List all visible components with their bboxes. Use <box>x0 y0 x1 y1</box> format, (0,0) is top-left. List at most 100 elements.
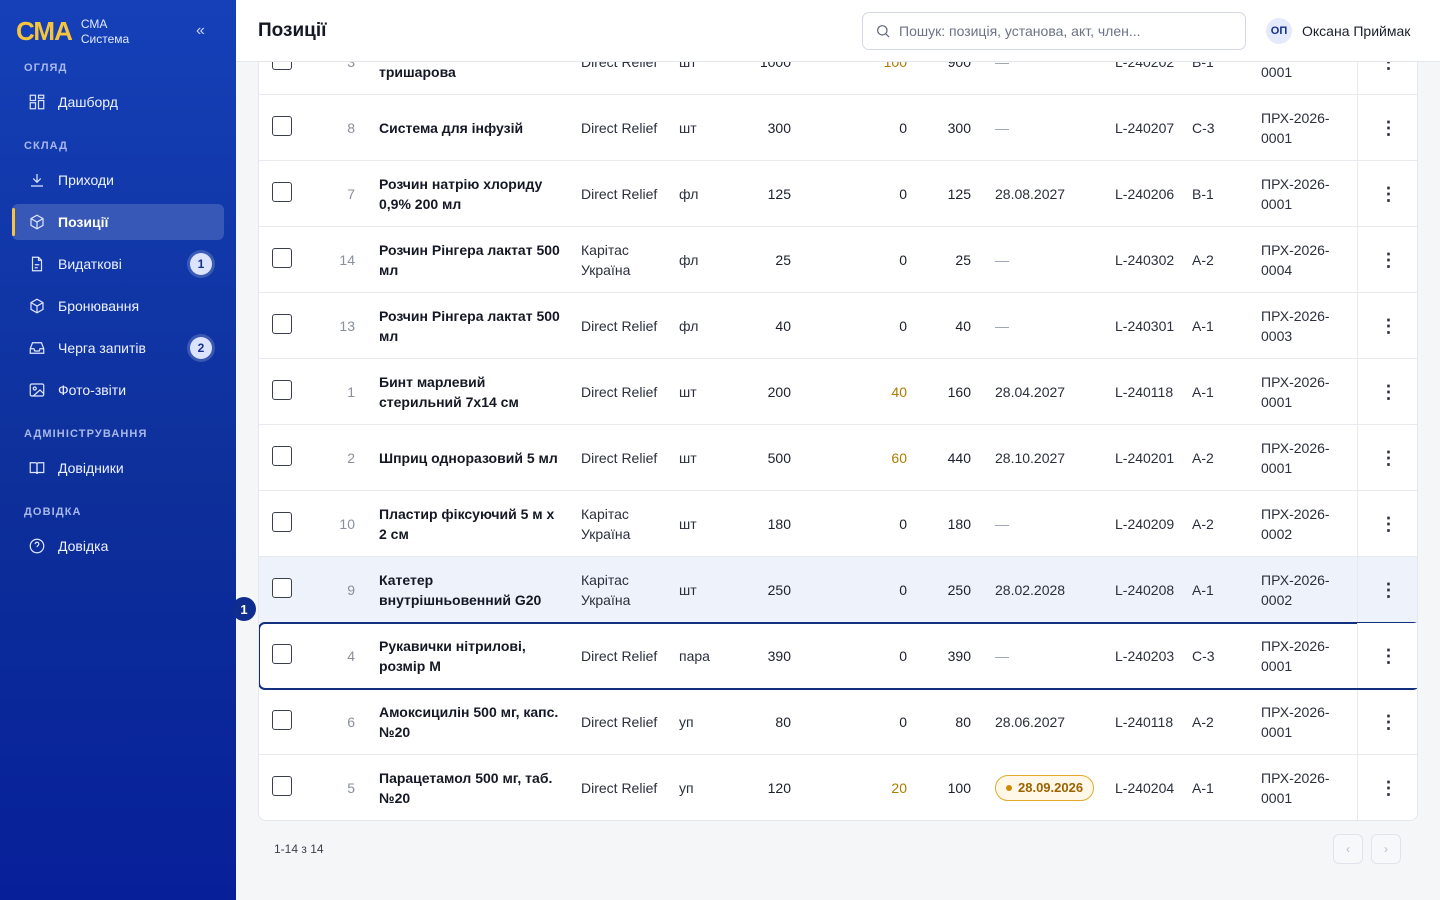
item-name: Бинт марлевий стерильний 7х14 см <box>379 373 519 410</box>
warning-dot-icon <box>1006 784 1012 791</box>
row-checkbox[interactable] <box>272 578 292 598</box>
row-actions-icon[interactable]: ⋮ <box>1357 359 1417 424</box>
quantity: 120 <box>767 779 791 796</box>
sidebar-item-dashboard[interactable]: Дашборд <box>12 84 224 120</box>
row-checkbox[interactable] <box>272 314 292 334</box>
donor: Direct Relief <box>581 647 658 664</box>
quantity: 200 <box>767 383 791 400</box>
search-input[interactable] <box>899 23 1219 39</box>
row-actions-icon[interactable]: ⋮ <box>1357 689 1417 754</box>
sidebar-item-box[interactable]: Бронювання <box>12 288 224 324</box>
expiry-date: — <box>995 119 1009 136</box>
row-checkbox[interactable] <box>272 776 292 796</box>
quantity: 390 <box>767 647 791 664</box>
expiry-date: 28.09.2026 <box>1018 779 1084 795</box>
sidebar-item-image[interactable]: Фото-звіти <box>12 372 224 408</box>
row-checkbox[interactable] <box>272 182 292 202</box>
lot-number: L-240302 <box>1115 251 1175 268</box>
reserved: 0 <box>899 647 907 664</box>
available: 125 <box>947 185 971 202</box>
lot-number: L-240201 <box>1115 449 1175 466</box>
table-row[interactable]: 5 Парацетамол 500 мг, таб. №20 Direct Reli… <box>259 755 1417 820</box>
row-checkbox[interactable] <box>272 116 292 136</box>
table-row[interactable]: 9 Катетер внутрішньовенний G20 Карітас Укр… <box>259 557 1417 623</box>
reserved: 0 <box>899 317 907 334</box>
receipt-document: ПРХ-2026-0004 <box>1261 241 1330 278</box>
image-icon <box>29 383 45 397</box>
nav-section-label: СКЛАД <box>24 140 69 152</box>
expiry-cell: 28.09.2026 <box>995 755 1105 820</box>
expiry-date: — <box>995 647 1009 664</box>
location: A-2 <box>1192 251 1214 268</box>
sidebar-item-help[interactable]: Довідка <box>12 528 224 564</box>
quantity: 40 <box>775 317 791 334</box>
row-number: 3 <box>305 62 355 94</box>
row-actions-icon[interactable]: ⋮ <box>1357 623 1417 688</box>
reserved: 0 <box>899 119 907 136</box>
table-row[interactable]: 7 Розчин натрію хлориду 0,9% 200 мл Direct… <box>259 161 1417 227</box>
row-number: 9 <box>347 581 355 598</box>
prev-page-button[interactable]: ‹ <box>1333 834 1363 864</box>
row-checkbox[interactable] <box>272 644 292 664</box>
book-icon <box>29 462 45 475</box>
table-row[interactable]: 14 Розчин Рінгера лактат 500 мл Карітас Ук… <box>259 227 1417 293</box>
row-actions-icon[interactable]: ⋮ <box>1357 755 1417 820</box>
table-row[interactable]: 2 Шприц одноразовий 5 мл Direct Relief шт 50… <box>259 425 1417 491</box>
location: B-1 <box>1192 62 1242 94</box>
row-checkbox[interactable] <box>272 62 292 70</box>
expiry-cell: — <box>995 623 1105 688</box>
row-checkbox[interactable] <box>272 446 292 466</box>
table-row[interactable]: 10 Пластир фіксуючий 5 м х 2 см Карітас Ук… <box>259 491 1417 557</box>
sidebar-item-document[interactable]: Видаткові 1 <box>12 246 224 282</box>
collapse-sidebar-icon[interactable]: « <box>196 22 205 40</box>
receipt-document: ПРХ-2026-0002 <box>1261 571 1330 608</box>
quantity: 500 <box>767 449 791 466</box>
table-row[interactable]: 3Маска медична тришароваDirect Reliefшт1… <box>259 62 1417 95</box>
available: 180 <box>947 515 971 532</box>
expiry-cell: — <box>995 293 1105 358</box>
row-actions-icon[interactable]: ⋮ <box>1357 161 1417 226</box>
lot-number: L-240204 <box>1115 779 1175 796</box>
item-name: Шприц одноразовий 5 мл <box>379 449 558 466</box>
user-menu[interactable]: ОП Оксана Приймак <box>1266 18 1410 44</box>
table-row[interactable]: 13 Розчин Рінгера лактат 500 мл Direct Rel… <box>259 293 1417 359</box>
location: A-1 <box>1192 581 1214 598</box>
row-actions-icon[interactable]: ⋮ <box>1357 95 1417 160</box>
sidebar-item-label: Бронювання <box>58 298 140 314</box>
location: C-3 <box>1192 647 1215 664</box>
table-row[interactable]: 8 Система для інфузій Direct Relief шт 300 0 3… <box>259 95 1417 161</box>
expiry-date: 28.02.2028 <box>995 581 1066 598</box>
row-actions-icon[interactable]: ⋮ <box>1357 62 1417 94</box>
sidebar-item-download[interactable]: Приходи <box>12 162 224 198</box>
sidebar-item-box[interactable]: Позиції <box>12 204 224 240</box>
row-actions-icon[interactable]: ⋮ <box>1357 491 1417 556</box>
row-actions-icon[interactable]: ⋮ <box>1357 557 1417 622</box>
receipt-document: ПРХ-2026-0001 <box>1261 439 1330 476</box>
sidebar-item-inbox[interactable]: Черга запитів 2 <box>12 330 224 366</box>
row-checkbox[interactable] <box>272 512 292 532</box>
table-row[interactable]: 4 Рукавички нітрилові, розмір M Direct Rel… <box>259 622 1417 690</box>
search-box[interactable] <box>862 12 1246 50</box>
donor: Direct Relief <box>581 62 671 94</box>
expiry-date: 28.10.2027 <box>995 449 1066 466</box>
next-page-button[interactable]: › <box>1371 834 1401 864</box>
help-icon <box>29 538 45 554</box>
row-checkbox[interactable] <box>272 710 292 730</box>
count-badge: 1 <box>190 253 212 275</box>
sidebar-item-book[interactable]: Довідники <box>12 450 224 486</box>
user-name: Оксана Приймак <box>1302 23 1411 39</box>
row-checkbox[interactable] <box>272 380 292 400</box>
available: 300 <box>947 119 971 136</box>
sidebar-item-label: Позиції <box>58 214 109 230</box>
reserved: 0 <box>899 515 907 532</box>
row-checkbox[interactable] <box>272 248 292 268</box>
expiry-date: 28.08.2027 <box>995 185 1066 202</box>
row-actions-icon[interactable]: ⋮ <box>1357 227 1417 292</box>
sidebar-item-label: Довідка <box>58 538 109 554</box>
row-actions-icon[interactable]: ⋮ <box>1357 293 1417 358</box>
table-row[interactable]: 6 Амоксицилін 500 мг, капс. №20 Direct Rel… <box>259 689 1417 755</box>
brand[interactable]: СМА СМА Система <box>16 16 129 47</box>
item-name: Пластир фіксуючий 5 м х 2 см <box>379 505 555 542</box>
row-actions-icon[interactable]: ⋮ <box>1357 425 1417 490</box>
table-row[interactable]: 1 Бинт марлевий стерильний 7х14 см Direct … <box>259 359 1417 425</box>
